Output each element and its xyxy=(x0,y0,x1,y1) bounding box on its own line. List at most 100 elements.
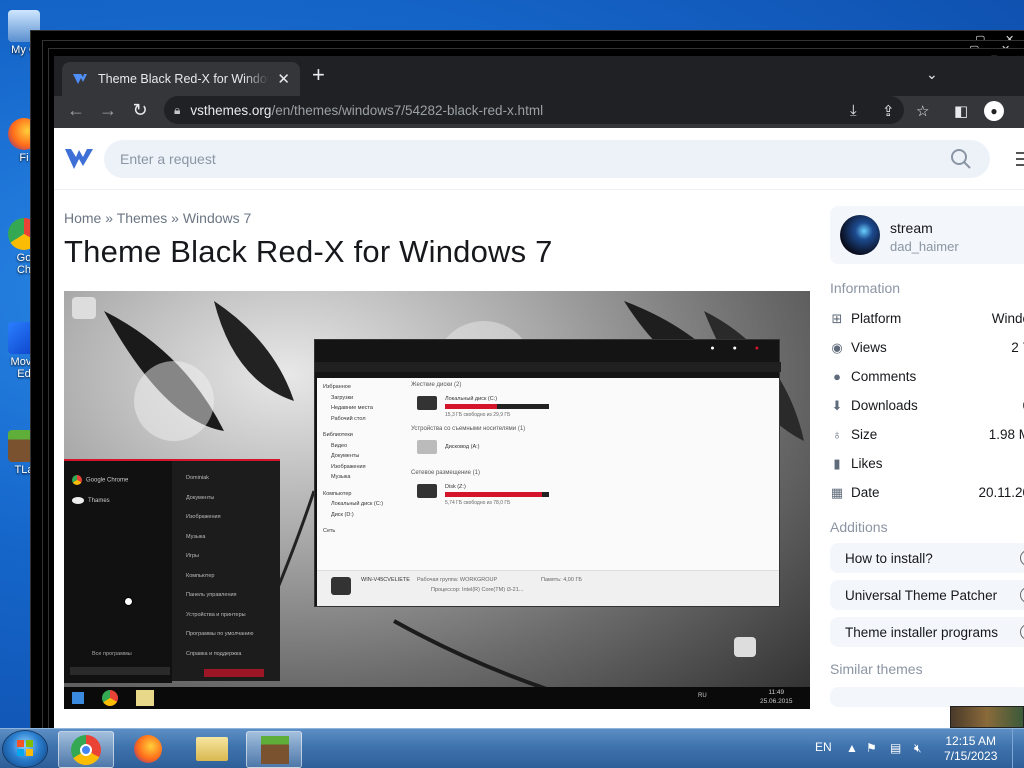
info-label: Views xyxy=(851,340,887,355)
taskbar-explorer[interactable] xyxy=(184,731,240,768)
volume-muted-icon[interactable]: 🔇︎ xyxy=(914,741,922,756)
author-card[interactable]: stream dad_haimer xyxy=(830,206,1024,264)
preview-all-programs: Все программы xyxy=(92,651,132,657)
preview-drive-icon xyxy=(417,440,437,454)
preview-addressbar xyxy=(315,362,781,372)
minecraft-thumbnail xyxy=(950,706,1024,728)
start-button[interactable] xyxy=(3,731,47,767)
preview-start-link: Программы по умолчанию xyxy=(186,631,254,637)
tab-strip: Theme Black Red-X for Windows 7 ✕ + ⌄ xyxy=(54,56,1024,96)
side-panel-icon[interactable]: ◧ xyxy=(954,102,968,120)
url-path: /en/themes/windows7/54282-black-red-x.ht… xyxy=(271,102,544,118)
preview-shutdown-button xyxy=(204,669,264,677)
breadcrumb-themes[interactable]: Themes xyxy=(117,210,168,226)
preview-nav-item: Видео xyxy=(331,442,348,449)
universal-theme-patcher-link[interactable]: Universal Theme Patcher → xyxy=(830,580,1024,610)
info-row-likes: ▮ Likes xyxy=(830,449,1024,478)
preview-details-pane: WIN-V45CVELIETE Рабочая группа: WORKGROU… xyxy=(317,570,779,606)
preview-lang: RU xyxy=(698,693,707,699)
info-label: Downloads xyxy=(851,398,918,413)
taskbar-tlauncher[interactable] xyxy=(246,731,302,768)
info-label: Platform xyxy=(851,311,902,326)
show-hidden-icons-icon[interactable]: ▲ xyxy=(846,741,858,755)
address-bar[interactable]: 🔒︎ vsthemes.org/en/themes/windows7/54282… xyxy=(164,96,904,124)
preview-chrome-icon xyxy=(102,690,118,706)
addition-label: How to install? xyxy=(845,550,933,566)
tab-close-icon[interactable]: ✕ xyxy=(277,70,290,88)
addition-label: Theme installer programs xyxy=(845,624,999,640)
profile-avatar-icon[interactable]: ● xyxy=(984,101,1004,121)
show-desktop-button[interactable] xyxy=(1012,729,1024,768)
info-row-platform: ⊞ Platform Windo xyxy=(830,304,1024,333)
breadcrumb-separator: » xyxy=(105,210,114,226)
breadcrumb-separator: » xyxy=(171,210,179,226)
preview-clock-date: 25.06.2015 xyxy=(760,698,793,705)
preview-start-link: Изображения xyxy=(186,514,221,520)
language-indicator[interactable]: EN xyxy=(815,740,832,754)
info-value: 1.98 M xyxy=(988,427,1024,442)
install-app-icon[interactable]: ⤓ xyxy=(850,102,857,119)
taskbar: EN ▲ ⚑ ▤ 🔇︎ 12:15 AM 7/15/2023 xyxy=(0,728,1024,768)
preview-drive-bar xyxy=(445,492,549,497)
preview-start-search xyxy=(70,667,170,675)
breadcrumb-home[interactable]: Home xyxy=(64,210,101,226)
info-value: Windo xyxy=(991,311,1024,326)
preview-drive-free: 5,74 ГБ свободно из 78,0 ГБ xyxy=(445,500,511,506)
breadcrumb-windows7[interactable]: Windows 7 xyxy=(183,210,251,226)
tab-active[interactable]: Theme Black Red-X for Windows 7 ✕ xyxy=(62,62,300,96)
browser-toolbar: ← → ↻ 🔒︎ vsthemes.org/en/themes/windows7… xyxy=(54,96,1024,128)
preview-start-link: Игры xyxy=(186,553,199,559)
preview-nav-item: Недавние места xyxy=(331,405,373,411)
desktop-icon-label: Fi xyxy=(19,152,29,164)
vsthemes-logo-icon[interactable] xyxy=(64,146,94,172)
preview-nav-item: Библиотеки xyxy=(323,432,353,438)
preview-group-header: Сетевое размещение (1) xyxy=(411,470,480,476)
taskbar-chrome[interactable] xyxy=(58,731,114,768)
theme-preview-image[interactable]: ● ● ● Избранное Загрузки Недавние места … xyxy=(64,291,810,709)
folder-icon xyxy=(196,737,228,761)
reload-icon[interactable]: ↻ xyxy=(124,100,156,121)
back-arrow-icon[interactable]: ← xyxy=(60,100,92,121)
preview-start-item: Google Chrome xyxy=(72,475,128,485)
search-icon[interactable] xyxy=(950,148,972,170)
tab-title: Theme Black Red-X for Windows 7 xyxy=(98,72,269,86)
preview-cursor-icon xyxy=(124,597,133,606)
preview-nav-item: Сеть xyxy=(323,528,336,534)
how-to-install-link[interactable]: How to install? → xyxy=(830,543,1024,573)
info-value: 2 7 xyxy=(1011,340,1024,355)
avatar xyxy=(840,215,880,255)
preview-start-right: Dominiak Документы Изображения Музыка Иг… xyxy=(186,469,253,664)
lock-icon: 🔒︎ xyxy=(174,102,181,117)
taskbar-firefox[interactable] xyxy=(120,731,176,768)
new-tab-button[interactable]: + xyxy=(312,64,325,86)
forward-arrow-icon[interactable]: → xyxy=(92,100,124,121)
firefox-icon xyxy=(134,735,162,763)
likes-icon: ▮ xyxy=(833,455,841,471)
preview-nav-item: Музыка xyxy=(331,474,351,480)
system-clock[interactable]: 12:15 AM 7/15/2023 xyxy=(944,734,997,764)
theme-installer-programs-link[interactable]: Theme installer programs → xyxy=(830,617,1024,647)
menu-hamburger-icon[interactable] xyxy=(1016,152,1024,170)
chrome-window: Theme Black Red-X for Windows 7 ✕ + ⌄ ← … xyxy=(54,56,1024,728)
preview-workgroup: Рабочая группа: WORKGROUP xyxy=(417,577,498,583)
tab-search-chevron-icon[interactable]: ⌄ xyxy=(926,66,938,83)
share-icon[interactable]: ⇪ xyxy=(882,102,895,120)
preview-memory: Память: 4,00 ГБ xyxy=(541,577,583,583)
info-label: Size xyxy=(851,427,878,442)
preview-drive-label: Дисковод (A:) xyxy=(445,444,480,450)
preview-drive-icon xyxy=(417,396,437,410)
search-input[interactable] xyxy=(120,151,920,167)
vsthemes-favicon-icon xyxy=(73,74,87,84)
preview-drive-bar-fill xyxy=(445,492,542,497)
preview-start-link: Панель управления xyxy=(186,592,237,598)
network-icon[interactable]: ▤ xyxy=(890,741,901,755)
preview-explorer-window: ● ● ● Избранное Загрузки Недавние места … xyxy=(314,339,781,607)
preview-drive-bar xyxy=(445,404,549,409)
info-row-views: ◉ Views 2 7 xyxy=(830,333,1024,362)
action-center-flag-icon[interactable]: ⚑ xyxy=(866,741,877,755)
eye-icon: ◉ xyxy=(831,339,843,355)
similar-themes-card[interactable] xyxy=(830,687,1024,707)
bookmark-star-icon[interactable]: ☆ xyxy=(916,102,929,120)
preview-start-icon xyxy=(72,692,84,704)
preview-start-item: Thames xyxy=(72,497,110,504)
